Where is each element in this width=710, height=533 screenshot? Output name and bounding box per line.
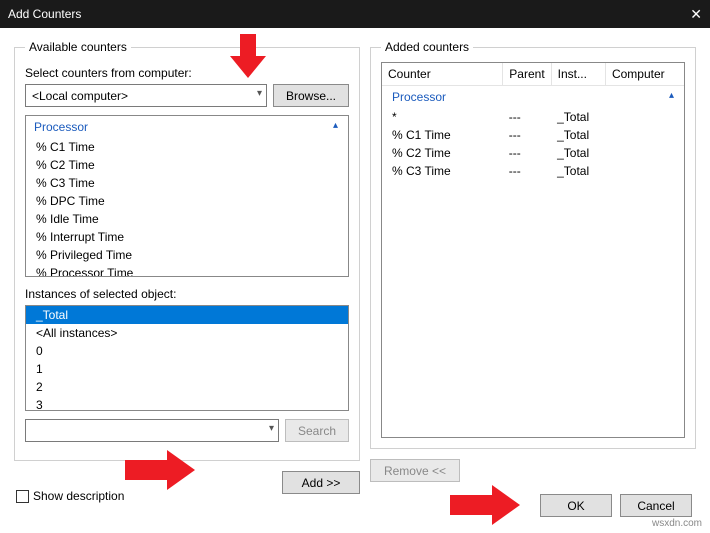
counter-item[interactable]: % Privileged Time [26,246,348,264]
annotation-arrow-icon [125,450,197,490]
dialog-buttons: OK Cancel [540,494,692,517]
annotation-arrow-icon [230,34,266,78]
col-computer[interactable]: Computer [605,63,684,86]
col-inst[interactable]: Inst... [551,63,605,86]
cancel-button[interactable]: Cancel [620,494,692,517]
remove-button[interactable]: Remove << [370,459,460,482]
table-row[interactable]: % C2 Time---_Total [382,144,684,162]
dialog-body: Available counters Select counters from … [0,28,710,494]
counter-item[interactable]: % C2 Time [26,156,348,174]
table-row[interactable]: % C1 Time---_Total [382,126,684,144]
annotation-arrow-icon [450,485,522,525]
computer-combo-value: <Local computer> [32,89,128,103]
available-legend: Available counters [25,40,131,54]
instance-item[interactable]: <All instances> [26,324,348,342]
counter-item[interactable]: % C1 Time [26,138,348,156]
browse-button[interactable]: Browse... [273,84,349,107]
computer-combo[interactable]: <Local computer> ▾ [25,84,267,107]
counters-listbox[interactable]: Processor ▴ % C1 Time% C2 Time% C3 Time%… [25,115,349,277]
table-row[interactable]: % C3 Time---_Total [382,162,684,180]
counter-item[interactable]: % DPC Time [26,192,348,210]
instance-item[interactable]: 3 [26,396,348,411]
counter-item[interactable]: % C3 Time [26,174,348,192]
instances-label: Instances of selected object: [25,287,349,301]
titlebar: Add Counters ✕ [0,0,710,28]
watermark: wsxdn.com [652,518,702,529]
select-computer-label: Select counters from computer: [25,66,349,80]
instance-item[interactable]: 0 [26,342,348,360]
col-parent[interactable]: Parent [503,63,551,86]
col-counter[interactable]: Counter [382,63,503,86]
window-title: Add Counters [8,7,81,21]
added-table: Counter Parent Inst... Computer Processo… [382,63,684,180]
close-icon[interactable]: ✕ [690,6,702,23]
chevron-up-icon: ▴ [669,90,674,101]
added-table-header-row: Counter Parent Inst... Computer [382,63,684,86]
counter-item[interactable]: % Idle Time [26,210,348,228]
chevron-down-icon: ▾ [257,88,262,99]
instances-listbox[interactable]: _Total<All instances>012345 [25,305,349,411]
added-table-wrap[interactable]: Counter Parent Inst... Computer Processo… [381,62,685,438]
search-button[interactable]: Search [285,419,349,442]
show-description-label: Show description [33,489,124,503]
instance-filter-combo[interactable]: ▾ [25,419,279,442]
instance-item[interactable]: 1 [26,360,348,378]
chevron-down-icon: ▾ [269,423,274,434]
show-description-checkbox[interactable]: Show description [16,489,124,503]
checkbox-icon [16,490,29,503]
counter-item[interactable]: % Processor Time [26,264,348,277]
available-counters-group: Available counters Select counters from … [14,40,360,461]
added-group-row[interactable]: Processor▴ [382,86,684,109]
added-counters-group: Added counters Counter Parent Inst... Co… [370,40,696,449]
add-button[interactable]: Add >> [282,471,360,494]
chevron-up-icon: ▴ [333,120,338,134]
instance-item[interactable]: _Total [26,306,348,324]
counter-group-header[interactable]: Processor ▴ [26,116,348,138]
table-row[interactable]: *---_Total [382,108,684,126]
ok-button[interactable]: OK [540,494,612,517]
instance-item[interactable]: 2 [26,378,348,396]
counter-item[interactable]: % Interrupt Time [26,228,348,246]
added-legend: Added counters [381,40,473,54]
